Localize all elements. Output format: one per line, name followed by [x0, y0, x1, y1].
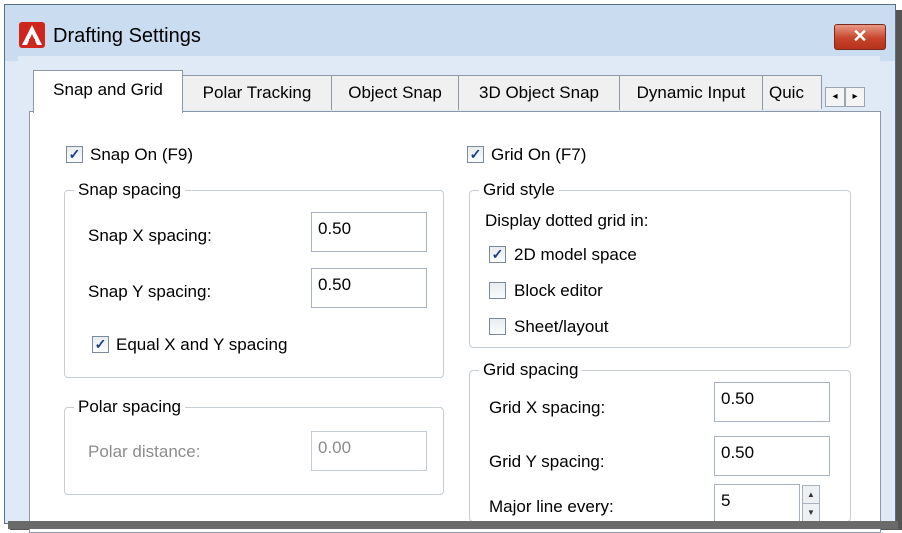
grid-x-input[interactable]: 0.50: [714, 382, 830, 422]
tab-polar-tracking[interactable]: Polar Tracking: [182, 75, 332, 110]
tab-scroll-right-button[interactable]: ▸: [845, 87, 865, 107]
grid-y-input[interactable]: 0.50: [714, 436, 830, 476]
snap-x-input[interactable]: 0.50: [311, 212, 427, 252]
spin-up-button[interactable]: ▲: [802, 485, 820, 504]
arrow-up-icon: ▲: [807, 490, 815, 499]
snap-on-label: Snap On (F9): [90, 145, 193, 164]
grid-x-label: Grid X spacing:: [489, 398, 606, 417]
tab-scroll: ◂ ▸: [825, 87, 865, 107]
check-icon: ✓: [491, 246, 504, 262]
tab-object-snap[interactable]: Object Snap: [331, 75, 459, 110]
major-line-input[interactable]: 5: [714, 484, 800, 524]
equal-spacing-checkbox[interactable]: ✓: [92, 336, 109, 353]
block-editor-label: Block editor: [514, 281, 603, 300]
sheet-layout-checkbox[interactable]: [489, 318, 506, 335]
tab-dynamic-input[interactable]: Dynamic Input: [619, 75, 763, 110]
major-line-spinner[interactable]: ▲ ▼: [802, 485, 820, 523]
equal-spacing-label: Equal X and Y spacing: [116, 335, 288, 354]
check-icon: ✓: [94, 336, 107, 352]
model-space-label: 2D model space: [514, 245, 637, 264]
block-editor-checkbox[interactable]: [489, 282, 506, 299]
display-dotted-grid-label: Display dotted grid in:: [485, 211, 649, 230]
sheet-layout-label: Sheet/layout: [514, 317, 609, 336]
grid-style-title: Grid style: [479, 180, 559, 200]
grid-y-label: Grid Y spacing:: [489, 452, 605, 471]
spin-down-button[interactable]: ▼: [802, 503, 820, 522]
arrow-left-icon: ◂: [832, 91, 838, 102]
tab-scroll-left-button[interactable]: ◂: [825, 87, 845, 107]
close-button[interactable]: ✕: [834, 24, 886, 50]
grid-spacing-title: Grid spacing: [479, 360, 583, 380]
tab-snap-and-grid[interactable]: Snap and Grid: [33, 70, 183, 113]
snap-y-input[interactable]: 0.50: [311, 268, 427, 308]
title-bar[interactable]: Drafting Settings ✕: [5, 5, 895, 61]
polar-distance-input[interactable]: 0.00: [311, 431, 427, 471]
arrow-right-icon: ▸: [852, 91, 858, 102]
grid-on-checkbox[interactable]: ✓: [467, 146, 484, 163]
snap-y-label: Snap Y spacing:: [88, 282, 212, 301]
snap-x-label: Snap X spacing:: [88, 226, 212, 245]
check-icon: ✓: [68, 146, 81, 162]
snap-on-checkbox[interactable]: ✓: [66, 146, 83, 163]
grid-on-label: Grid On (F7): [491, 145, 587, 164]
arrow-down-icon: ▼: [807, 508, 815, 517]
model-space-checkbox[interactable]: ✓: [489, 246, 506, 263]
polar-spacing-title: Polar spacing: [74, 397, 186, 417]
window-shadow: [8, 521, 898, 529]
check-icon: ✓: [469, 146, 482, 162]
tab-quick-properties[interactable]: Quic: [762, 75, 822, 109]
tab-3d-object-snap[interactable]: 3D Object Snap: [458, 75, 620, 110]
autocad-logo-icon: [19, 22, 45, 48]
window-title: Drafting Settings: [53, 25, 201, 47]
major-line-label: Major line every:: [489, 497, 614, 516]
snap-spacing-title: Snap spacing: [74, 180, 186, 200]
close-icon: ✕: [852, 26, 868, 46]
polar-distance-label: Polar distance:: [88, 442, 201, 461]
